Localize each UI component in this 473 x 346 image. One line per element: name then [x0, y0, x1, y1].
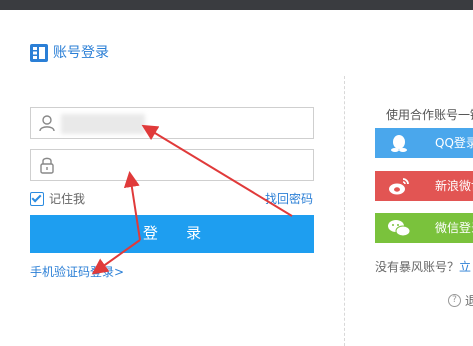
page-title: 账号登录 [53, 45, 109, 61]
top-bar [0, 0, 473, 10]
register-link[interactable]: 立 [459, 260, 471, 274]
remember-label: 记住我 [49, 192, 86, 206]
weibo-login-button[interactable]: 新浪微博登 [375, 171, 473, 201]
question-icon: ? [448, 294, 461, 307]
qq-icon [391, 135, 407, 152]
check-icon [31, 192, 42, 202]
forgot-password-link[interactable]: 找回密码 [265, 190, 313, 207]
username-field[interactable] [30, 107, 314, 139]
help-link[interactable]: ? 退 [448, 292, 473, 309]
qq-login-label: QQ登录 [435, 136, 473, 150]
no-account-text: 没有暴风账号？立 [375, 258, 471, 275]
remember-checkbox[interactable] [30, 191, 44, 206]
weibo-icon [389, 178, 409, 195]
weibo-login-label: 新浪微博登 [435, 179, 473, 193]
no-account-prefix: 没有暴风账号？ [375, 260, 460, 274]
qq-login-button[interactable]: QQ登录 [375, 128, 473, 158]
wechat-icon [388, 220, 411, 237]
wechat-login-button[interactable]: 微信登录 [375, 213, 473, 243]
password-input[interactable] [61, 154, 301, 176]
grid-login-icon [30, 44, 48, 62]
help-label: 退 [465, 294, 473, 308]
login-header: 账号登录 [30, 44, 109, 62]
lock-icon [40, 157, 54, 174]
password-field[interactable] [30, 149, 314, 181]
user-icon [39, 115, 55, 132]
wechat-login-label: 微信登录 [435, 221, 473, 235]
sms-login-link[interactable]: 手机验证码登录> [30, 263, 124, 280]
partner-login-title: 使用合作账号一键 [386, 108, 473, 122]
remember-me[interactable]: 记住我 [30, 190, 85, 207]
divider [344, 76, 345, 346]
username-value-blurred [61, 114, 145, 134]
login-button[interactable]: 登 录 [30, 215, 314, 253]
